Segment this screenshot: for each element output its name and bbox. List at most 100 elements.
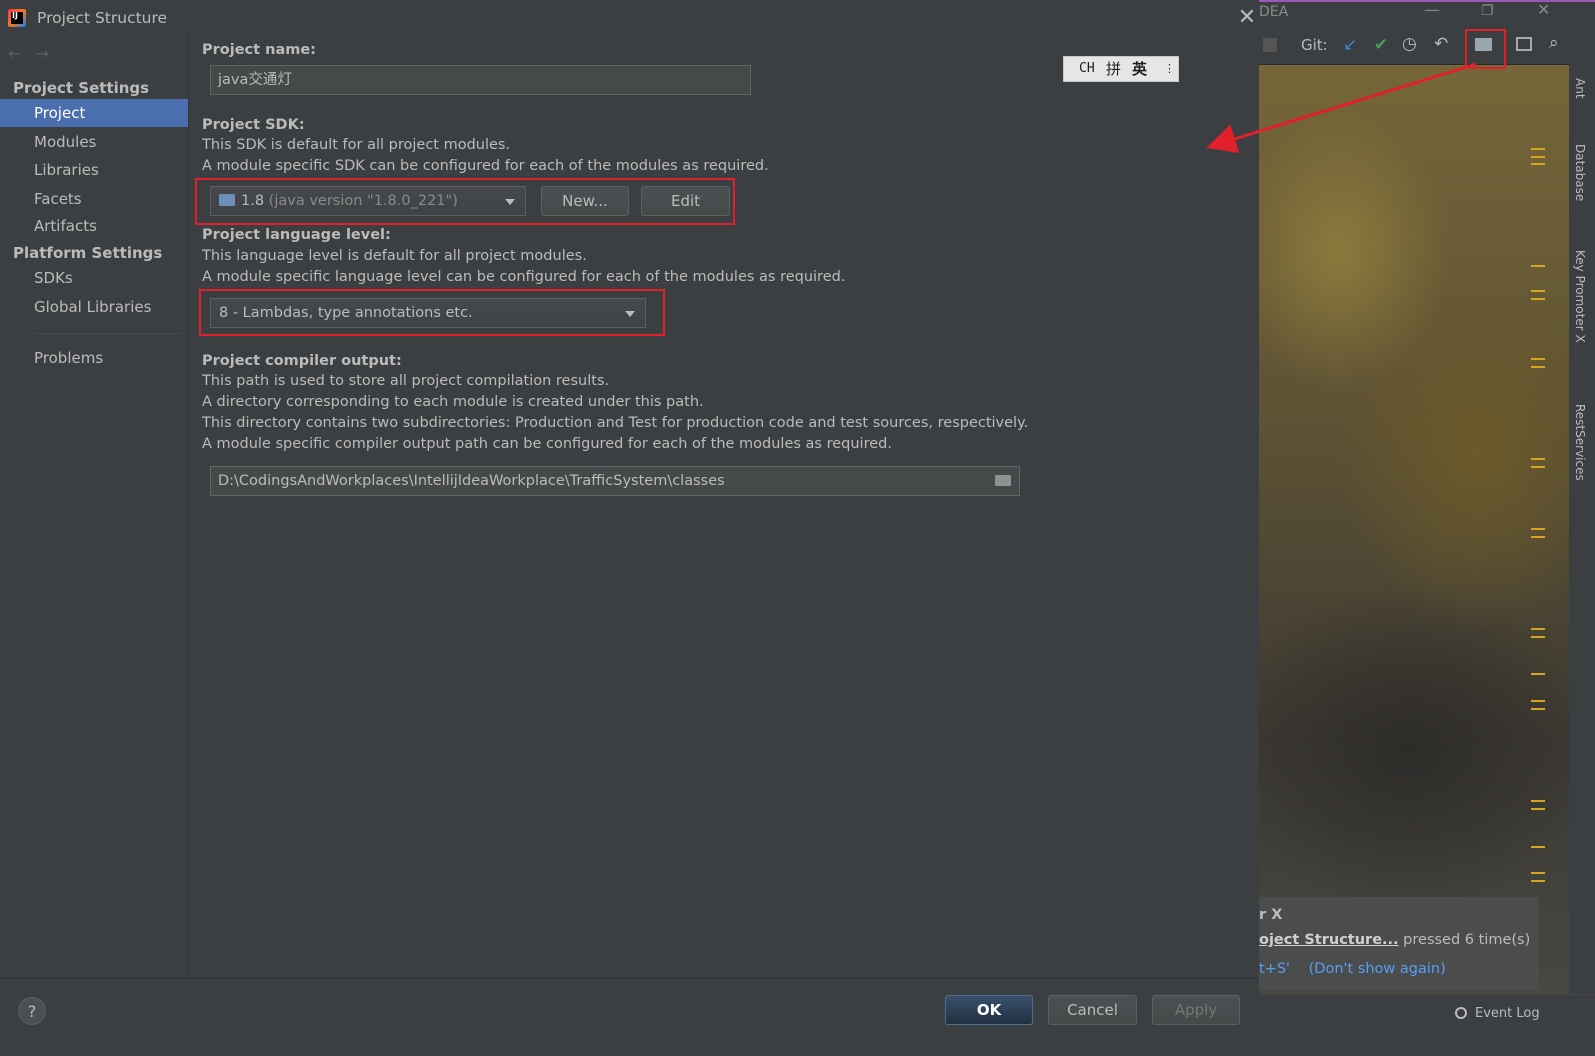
sdk-edit-button[interactable]: Edit: [641, 186, 730, 216]
git-update-icon[interactable]: ↙: [1343, 35, 1357, 55]
frame-icon[interactable]: [1516, 37, 1532, 51]
output-description-1: This path is used to store all project c…: [202, 373, 610, 389]
scroll-marker: [1531, 528, 1545, 530]
apply-button[interactable]: Apply: [1152, 995, 1240, 1025]
compiler-output-label: Project compiler output:: [202, 353, 402, 369]
scroll-marker: [1531, 880, 1545, 882]
language-level-dropdown[interactable]: 8 - Lambdas, type annotations etc.: [210, 298, 646, 328]
ime-menu-icon[interactable]: ⋮: [1164, 57, 1175, 81]
tab-database[interactable]: Database: [1573, 144, 1587, 201]
language-level-value: 8 - Lambdas, type annotations etc.: [219, 305, 473, 321]
dialog-titlebar: IJ Project Structure ✕: [0, 0, 1278, 36]
history-icon[interactable]: ◷: [1402, 34, 1417, 54]
tab-restservices[interactable]: RestServices: [1573, 404, 1587, 481]
rollback-icon[interactable]: ↶: [1434, 34, 1448, 54]
tab-ant[interactable]: Ant: [1573, 78, 1587, 99]
scroll-marker: [1531, 366, 1545, 368]
output-description-2: A directory corresponding to each module…: [202, 394, 704, 410]
ime-pinyin: 拼: [1106, 60, 1122, 78]
sdk-dropdown[interactable]: 1.8 (java version "1.8.0_221"): [210, 186, 526, 216]
back-arrow-icon[interactable]: ←: [8, 44, 21, 63]
scroll-marker: [1531, 458, 1545, 460]
dialog-title: Project Structure: [37, 9, 168, 27]
scroll-marker: [1531, 298, 1545, 300]
event-log-button[interactable]: Event Log: [1475, 1006, 1540, 1021]
scroll-marker: [1531, 163, 1545, 165]
dont-show-again-link[interactable]: (Don't show again): [1309, 961, 1446, 977]
event-log-icon: [1455, 1007, 1467, 1019]
scroll-marker: [1531, 536, 1545, 538]
project-name-label: Project name:: [202, 42, 316, 58]
nav-arrows: ← →: [8, 44, 63, 63]
scroll-marker: [1531, 265, 1545, 267]
git-commit-icon[interactable]: ✔: [1374, 35, 1388, 55]
sidebar-item-libraries[interactable]: Libraries: [0, 156, 188, 184]
notification-title: r X: [1259, 907, 1283, 923]
ide-right-tool-tabs: Ant Database Key Promoter X RestServices: [1569, 64, 1595, 994]
sidebar-item-modules[interactable]: Modules: [0, 128, 188, 156]
sidebar-item-problems[interactable]: Problems: [0, 344, 188, 372]
notification-action-link[interactable]: oject Structure...: [1259, 932, 1399, 948]
project-structure-dialog: IJ Project Structure ✕ ← → Project Settin…: [0, 0, 1278, 1056]
project-settings-panel: Project name: java交通灯 Project SDK: This …: [189, 36, 1278, 978]
scroll-marker: [1531, 700, 1545, 702]
git-label: Git:: [1301, 36, 1328, 54]
toolbar-stop-icon[interactable]: [1263, 38, 1277, 52]
intellij-logo-icon: IJ: [8, 9, 26, 27]
sdk-version-detail: (java version "1.8.0_221"): [268, 193, 458, 209]
platform-settings-header: Platform Settings: [13, 244, 163, 262]
sidebar-item-global-libraries[interactable]: Global Libraries: [0, 293, 188, 321]
scroll-marker: [1531, 708, 1545, 710]
scroll-marker: [1531, 872, 1545, 874]
chevron-down-icon: [625, 311, 635, 317]
compiler-output-path: D:\CodingsAndWorkplaces\IntellijIdeaWork…: [218, 473, 725, 489]
sidebar-item-sdks[interactable]: SDKs: [0, 264, 188, 292]
window-close-icon[interactable]: ✕: [1537, 0, 1550, 20]
close-icon[interactable]: ✕: [1235, 6, 1259, 30]
scroll-marker: [1531, 800, 1545, 802]
sdk-new-button[interactable]: New...: [541, 186, 629, 216]
sidebar-item-artifacts[interactable]: Artifacts: [0, 212, 188, 240]
language-level-label: Project language level:: [202, 227, 391, 243]
scroll-marker: [1531, 628, 1545, 630]
sdk-description-2: A module specific SDK can be configured …: [202, 158, 769, 174]
compiler-output-path-input[interactable]: D:\CodingsAndWorkplaces\IntellijIdeaWork…: [210, 466, 1020, 496]
project-settings-header: Project Settings: [13, 79, 150, 97]
scroll-marker: [1531, 846, 1545, 848]
ide-titlebar: DEA — ❐ ✕: [1259, 0, 1595, 28]
search-icon[interactable]: ⌕: [1549, 33, 1559, 53]
ide-background-window: DEA — ❐ ✕ Git: ↙ ✔ ◷ ↶ ⌕ Ant Database Ke…: [1259, 0, 1595, 1055]
scroll-marker: [1531, 636, 1545, 638]
ok-button[interactable]: OK: [945, 995, 1033, 1025]
ide-status-bar: Event Log: [1259, 995, 1595, 1055]
language-description-2: A module specific language level can be …: [202, 269, 846, 285]
sdk-version: 1.8: [241, 193, 265, 209]
notification-text: pressed 6 time(s): [1403, 932, 1531, 948]
cancel-button[interactable]: Cancel: [1048, 995, 1137, 1025]
ide-title-fragment: DEA: [1259, 4, 1289, 20]
project-sdk-label: Project SDK:: [202, 117, 305, 133]
project-structure-icon[interactable]: [1475, 38, 1492, 51]
ime-english: 英: [1132, 60, 1148, 78]
scroll-marker: [1531, 466, 1545, 468]
minimize-icon[interactable]: —: [1424, 0, 1440, 20]
help-button[interactable]: ?: [18, 997, 46, 1025]
output-description-3: This directory contains two subdirectori…: [202, 415, 1029, 431]
project-name-input[interactable]: java交通灯: [210, 65, 751, 95]
browse-folder-icon[interactable]: [995, 475, 1011, 486]
scroll-marker: [1531, 673, 1545, 675]
restore-icon[interactable]: ❐: [1481, 1, 1494, 21]
sidebar-item-project[interactable]: Project: [0, 99, 188, 127]
dialog-footer: ? OK Cancel Apply: [0, 978, 1278, 1056]
language-description-1: This language level is default for all p…: [202, 248, 587, 264]
scroll-marker: [1531, 358, 1545, 360]
scroll-marker: [1531, 156, 1545, 158]
settings-sidebar: ← → Project Settings Project Modules Libr…: [0, 36, 189, 978]
ide-toolbar: Git: ↙ ✔ ◷ ↶ ⌕: [1259, 28, 1595, 65]
forward-arrow-icon[interactable]: →: [35, 44, 48, 63]
ime-ch: CH: [1079, 61, 1095, 76]
tab-key-promoter[interactable]: Key Promoter X: [1573, 250, 1587, 343]
scroll-marker: [1531, 808, 1545, 810]
sidebar-divider: [34, 333, 182, 334]
sidebar-item-facets[interactable]: Facets: [0, 185, 188, 213]
